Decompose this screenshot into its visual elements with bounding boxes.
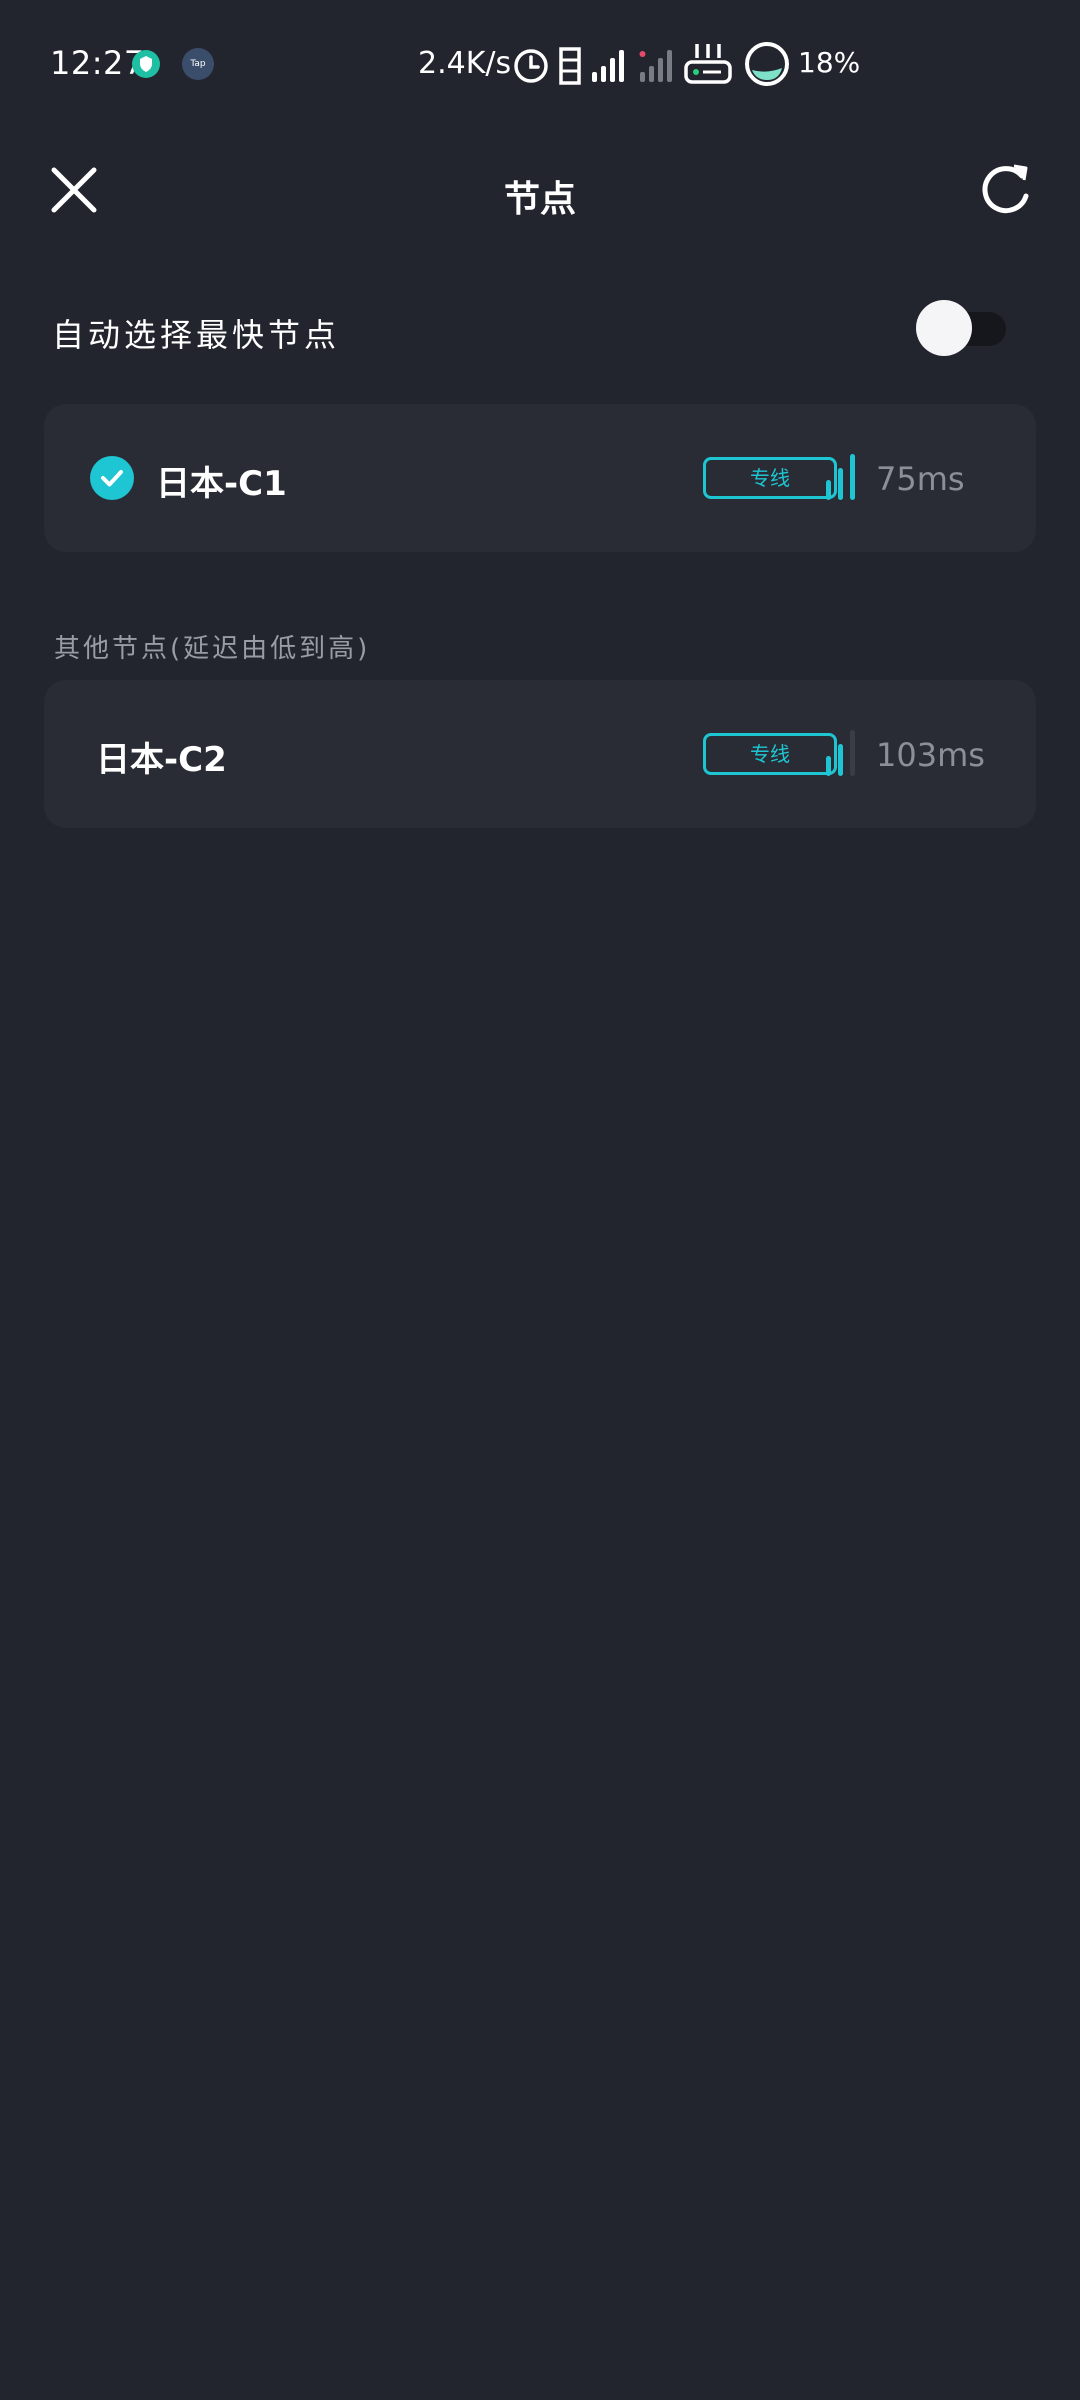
other-nodes-section-label: 其他节点(延迟由低到高) [54,634,371,664]
close-icon [51,167,97,213]
signal-weak-icon [639,50,672,82]
battery-percent: 18% [798,46,861,79]
refresh-icon [982,164,1029,214]
check-icon [90,456,134,500]
toggle-knob [916,300,972,356]
latency-signal-icon [826,454,855,500]
latency-value: 103ms [876,736,985,774]
dedicated-line-badge: 专线 [703,733,837,775]
refresh-button[interactable] [978,162,1034,218]
node-card[interactable]: 日本-C2 专线 103ms [44,680,1036,828]
node-name: 日本-C1 [156,464,287,504]
clock-icon [514,49,548,83]
battery-ring-icon [745,42,789,86]
signal-icon [592,50,624,82]
latency-value: 75ms [876,460,965,498]
auto-select-toggle[interactable] [916,300,1006,356]
node-name: 日本-C2 [96,740,227,780]
status-time: 12:27 [50,44,145,82]
tap-app-icon: Tap [182,48,214,80]
sim-icon [559,47,581,85]
router-icon [684,44,732,84]
latency-signal-icon [826,730,855,776]
network-speed: 2.4K/s [418,46,512,81]
shield-icon [132,50,160,78]
dedicated-line-badge: 专线 [703,457,837,499]
status-bar: 12:27 Tap 2.4K/s 18% [0,0,1080,130]
node-card-selected[interactable]: 日本-C1 专线 75ms [44,404,1036,552]
close-button[interactable] [48,164,100,216]
auto-select-label: 自动选择最快节点 [52,316,341,354]
page-title: 节点 [503,179,576,220]
